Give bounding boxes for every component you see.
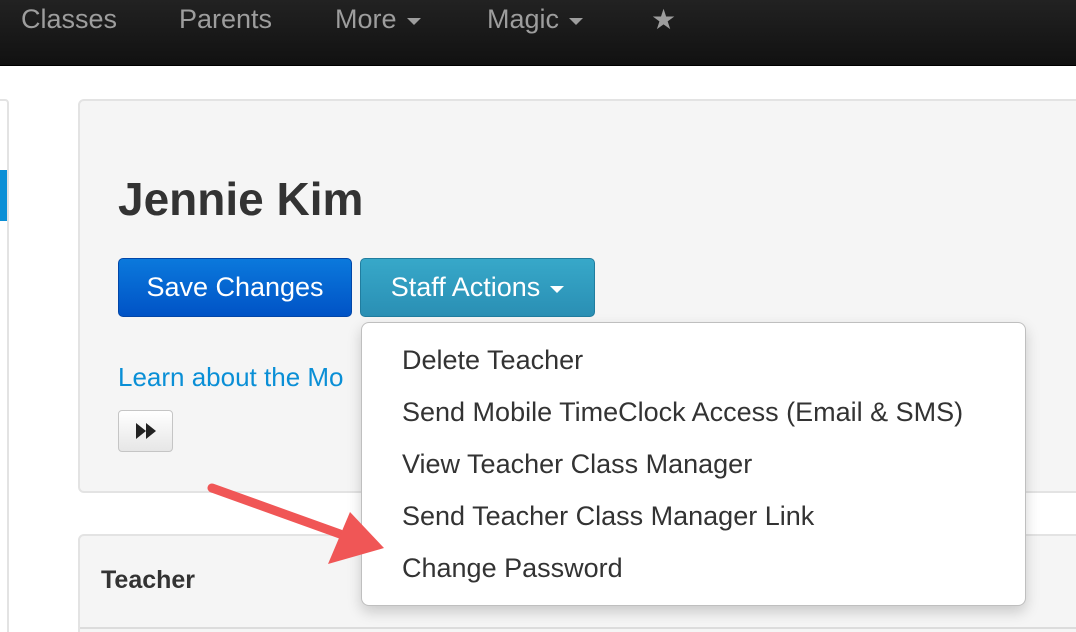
panel-divider <box>80 627 1076 629</box>
learn-about-link[interactable]: Learn about the Mo <box>118 362 344 393</box>
menu-item-delete-teacher[interactable]: Delete Teacher <box>402 345 583 376</box>
fast-forward-icon <box>135 423 156 439</box>
fast-forward-button[interactable] <box>118 410 173 452</box>
favorites-star-button[interactable]: ★ <box>651 3 676 36</box>
staff-actions-label: Staff Actions <box>390 272 541 302</box>
nav-item-magic[interactable]: Magic <box>487 4 584 35</box>
staff-actions-menu: Delete Teacher Send Mobile TimeClock Acc… <box>361 322 1026 606</box>
nav-item-label: More <box>335 4 397 34</box>
nav-item-label: Classes <box>21 4 118 34</box>
nav-item-label: Magic <box>487 4 560 34</box>
star-icon: ★ <box>651 4 677 35</box>
staff-actions-button[interactable]: Staff Actions <box>360 258 595 317</box>
chevron-down-icon <box>569 17 584 25</box>
sidebar-active-indicator <box>0 170 7 221</box>
top-navbar: Classes Parents More Magic ★ <box>0 0 1076 66</box>
nav-item-parents[interactable]: Parents <box>179 4 272 35</box>
nav-item-classes[interactable]: Classes <box>21 4 117 35</box>
save-changes-button[interactable]: Save Changes <box>118 258 352 317</box>
menu-item-change-password[interactable]: Change Password <box>402 553 623 584</box>
menu-item-send-mobile-timeclock[interactable]: Send Mobile TimeClock Access (Email & SM… <box>402 397 963 428</box>
save-changes-label: Save Changes <box>146 272 324 302</box>
teacher-panel-title: Teacher <box>101 566 196 594</box>
menu-item-send-class-manager-link[interactable]: Send Teacher Class Manager Link <box>402 501 814 532</box>
nav-item-more[interactable]: More <box>335 4 421 35</box>
menu-item-view-class-manager[interactable]: View Teacher Class Manager <box>402 449 752 480</box>
chevron-down-icon <box>550 285 565 293</box>
chevron-down-icon <box>406 17 421 25</box>
page-title: Jennie Kim <box>118 173 364 225</box>
nav-item-label: Parents <box>179 4 273 34</box>
